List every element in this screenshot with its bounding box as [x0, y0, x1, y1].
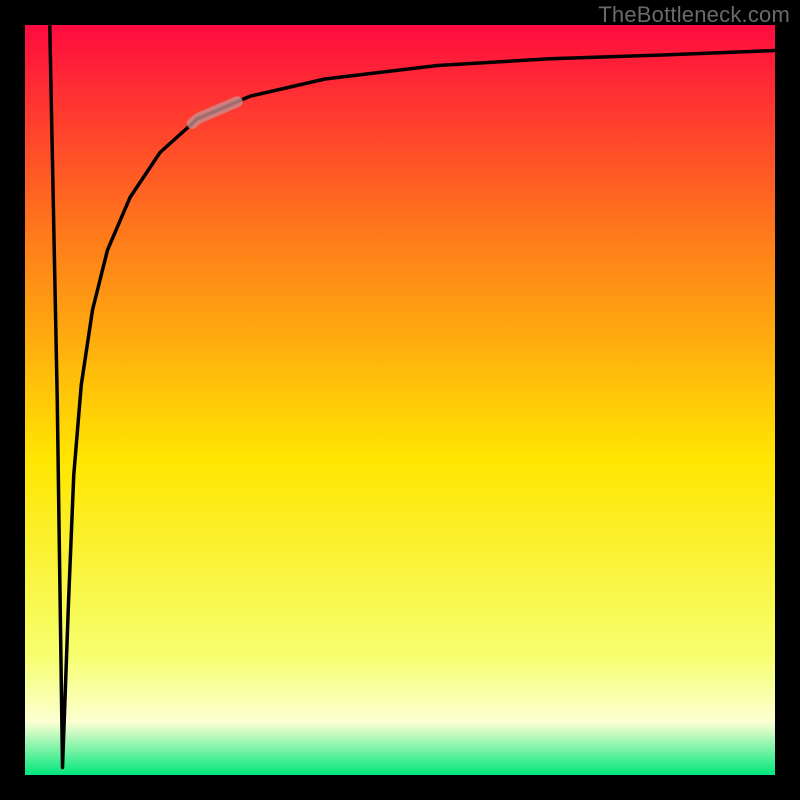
gradient-background: [25, 25, 775, 775]
chart-svg: [25, 25, 775, 775]
chart-frame: TheBottleneck.com: [0, 0, 800, 800]
plot-area: [25, 25, 775, 775]
watermark-text: TheBottleneck.com: [598, 2, 790, 28]
